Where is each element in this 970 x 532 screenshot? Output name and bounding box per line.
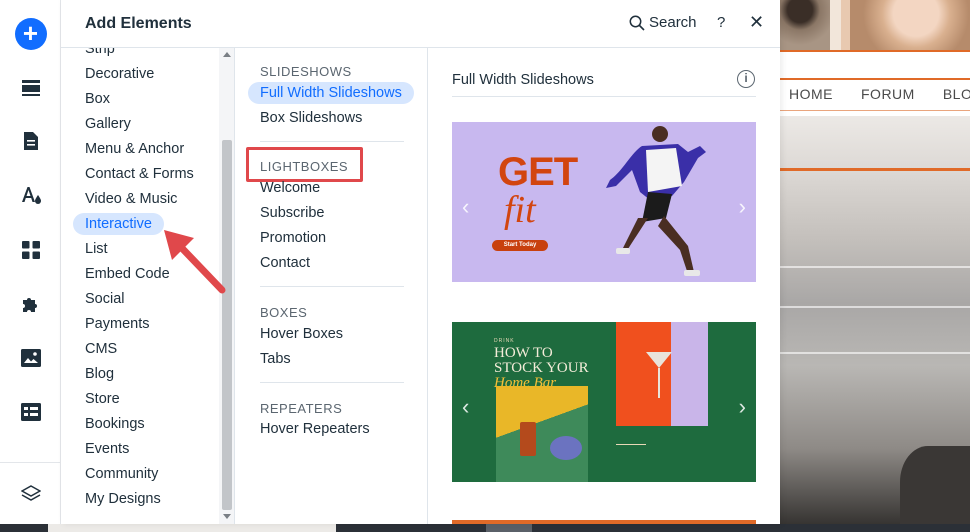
scroll-thumb[interactable] xyxy=(222,140,232,510)
help-button[interactable]: ? xyxy=(717,14,725,31)
category-strip[interactable]: Strip xyxy=(73,48,127,60)
slide-prev-arrow-icon: ‹ xyxy=(462,394,470,419)
category-payments[interactable]: Payments xyxy=(73,313,161,335)
category-box[interactable]: Box xyxy=(73,88,122,110)
category-my-designs[interactable]: My Designs xyxy=(73,488,173,510)
business-apps-button[interactable] xyxy=(0,284,61,324)
subcategory-list: SLIDESHOWS Full Width Slideshows Box Sli… xyxy=(235,48,428,524)
plus-icon: + xyxy=(14,18,47,50)
scroll-up-icon[interactable] xyxy=(223,52,231,57)
category-store[interactable]: Store xyxy=(73,388,132,410)
add-elements-button[interactable]: + xyxy=(0,14,61,54)
close-button[interactable]: ✕ xyxy=(749,12,764,33)
sub-item-contact[interactable]: Contact xyxy=(248,252,322,274)
sub-item-full-width-slideshows[interactable]: Full Width Slideshows xyxy=(248,82,414,104)
section-heading-slideshows: SLIDESHOWS xyxy=(260,64,352,79)
category-blog[interactable]: Blog xyxy=(73,363,126,385)
site-nav-bar: HOME FORUM BLOG xyxy=(780,52,970,116)
category-menu-anchor[interactable]: Menu & Anchor xyxy=(73,138,196,160)
sub-item-welcome[interactable]: Welcome xyxy=(248,177,332,199)
page-icon xyxy=(23,132,38,150)
panel-header: Add Elements Search ? ✕ xyxy=(61,0,780,48)
layers-button[interactable] xyxy=(0,474,61,514)
category-events[interactable]: Events xyxy=(73,438,141,460)
search-button[interactable]: Search xyxy=(629,14,697,31)
category-list[interactable]: List xyxy=(73,238,120,260)
section-heading-boxes: BOXES xyxy=(260,305,308,320)
runner-illustration xyxy=(606,126,706,276)
site-nav-home[interactable]: HOME xyxy=(789,86,833,102)
table-icon xyxy=(20,403,41,421)
sections-icon xyxy=(21,80,40,96)
panel-title: Add Elements xyxy=(85,15,192,32)
image-icon xyxy=(20,349,41,367)
preview-pane: Full Width Slideshows i GET fit Start To… xyxy=(428,48,780,524)
puzzle-icon xyxy=(22,298,37,312)
media-button[interactable] xyxy=(0,338,61,378)
apps-button[interactable] xyxy=(0,230,61,270)
cocktail-photo xyxy=(496,386,588,482)
sub-item-promotion[interactable]: Promotion xyxy=(248,227,338,249)
search-label: Search xyxy=(649,14,697,31)
category-video-music[interactable]: Video & Music xyxy=(73,188,189,210)
slide-next-arrow-icon: › xyxy=(738,194,746,219)
scroll-down-icon[interactable] xyxy=(223,514,231,519)
slide-headline: HOW TO STOCK YOUR Home Bar xyxy=(494,345,589,391)
cms-button[interactable] xyxy=(0,392,61,432)
search-icon xyxy=(629,15,645,31)
category-community[interactable]: Community xyxy=(73,463,170,485)
sub-item-hover-boxes[interactable]: Hover Boxes xyxy=(248,323,355,345)
slide-next-arrow-icon: › xyxy=(738,394,746,419)
pages-button[interactable] xyxy=(0,121,61,161)
site-nav-blog[interactable]: BLOG xyxy=(943,86,970,102)
sections-button[interactable] xyxy=(0,68,61,108)
slideshow-thumbnail-get-fit[interactable]: GET fit Start Today ‹ › xyxy=(452,122,756,282)
category-cms[interactable]: CMS xyxy=(73,338,129,360)
slide-prev-arrow-icon: ‹ xyxy=(462,194,470,219)
martini-photo xyxy=(616,322,708,426)
site-preview: HOME FORUM BLOG xyxy=(780,0,970,532)
slide-cta-button: Start Today xyxy=(492,240,548,251)
preview-title: Full Width Slideshows xyxy=(452,72,594,88)
category-gallery[interactable]: Gallery xyxy=(73,113,143,135)
sub-item-tabs[interactable]: Tabs xyxy=(248,348,303,370)
next-thumbnail-edge xyxy=(452,520,756,524)
slide-kicker: DRINK xyxy=(494,338,515,344)
theme-icon xyxy=(21,187,41,204)
category-decorative[interactable]: Decorative xyxy=(73,63,166,85)
slide-headline-italic: fit xyxy=(504,189,536,231)
annotation-arrow-icon xyxy=(164,230,226,294)
category-social[interactable]: Social xyxy=(73,288,137,310)
site-nav-forum[interactable]: FORUM xyxy=(861,86,915,102)
info-icon[interactable]: i xyxy=(737,70,755,88)
apps-grid-icon xyxy=(21,241,40,259)
sub-item-box-slideshows[interactable]: Box Slideshows xyxy=(248,107,374,129)
sub-item-subscribe[interactable]: Subscribe xyxy=(248,202,336,224)
category-interactive[interactable]: Interactive xyxy=(73,213,164,235)
layers-icon xyxy=(20,485,41,501)
left-toolbar: + xyxy=(0,0,61,524)
site-header-photo xyxy=(780,0,970,50)
site-hero-image xyxy=(780,116,970,532)
bottom-bar xyxy=(0,524,970,532)
section-heading-repeaters: REPEATERS xyxy=(260,401,343,416)
category-bookings[interactable]: Bookings xyxy=(73,413,157,435)
design-button[interactable] xyxy=(0,175,61,215)
slideshow-thumbnail-home-bar[interactable]: DRINK HOW TO STOCK YOUR Home Bar ‹ › xyxy=(452,322,756,482)
category-contact-forms[interactable]: Contact & Forms xyxy=(73,163,206,185)
sub-item-hover-repeaters[interactable]: Hover Repeaters xyxy=(248,418,382,440)
